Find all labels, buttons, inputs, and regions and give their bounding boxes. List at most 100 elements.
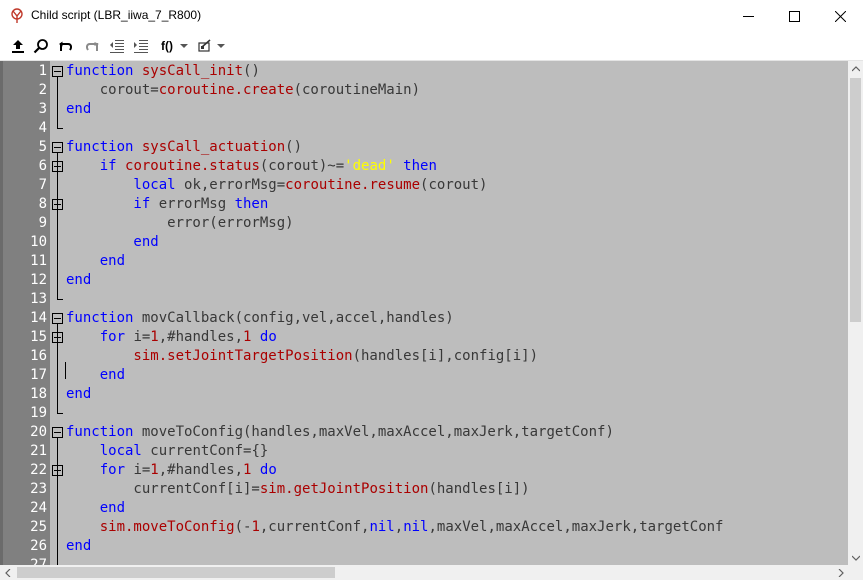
fold-toggle-icon[interactable] bbox=[52, 66, 63, 77]
code-token: currentConf[i]= bbox=[66, 481, 260, 497]
line-number: 11 bbox=[30, 253, 47, 269]
code-line[interactable]: 19 bbox=[0, 404, 848, 423]
fold-toggle-icon[interactable] bbox=[52, 313, 63, 324]
code-line[interactable]: 7 local ok,errorMsg=coroutine.resume(cor… bbox=[0, 176, 848, 195]
code-line[interactable]: 26 end bbox=[0, 537, 848, 556]
upload-button[interactable] bbox=[9, 37, 27, 55]
code-line[interactable]: 21 local currentConf={} bbox=[0, 442, 848, 461]
scroll-right-button[interactable] bbox=[833, 565, 848, 580]
code-text: end bbox=[66, 271, 91, 290]
code-line[interactable]: 12 end bbox=[0, 271, 848, 290]
code-token: currentConf={} bbox=[150, 443, 269, 459]
code-token: local bbox=[66, 443, 151, 459]
code-token: sim.setJointTargetPosition bbox=[66, 348, 353, 364]
code-token: end bbox=[66, 386, 92, 402]
code-line[interactable]: 27 bbox=[0, 556, 848, 565]
scroll-up-button[interactable] bbox=[848, 61, 863, 76]
code-token: end bbox=[66, 101, 92, 117]
chevron-right-icon bbox=[838, 568, 844, 577]
line-number: 2 bbox=[38, 82, 47, 98]
code-line[interactable]: 25 sim.moveToConfig(-1,currentConf,nil,n… bbox=[0, 518, 848, 537]
code-line[interactable]: 13 bbox=[0, 290, 848, 309]
indent-button[interactable] bbox=[132, 37, 150, 55]
line-number: 1 bbox=[38, 63, 47, 79]
code-line[interactable]: 9 error(errorMsg) bbox=[0, 214, 848, 233]
code-token: sysCall_actuation bbox=[141, 139, 286, 155]
code-token: (handles[i]) bbox=[428, 481, 530, 497]
code-token: function bbox=[66, 424, 142, 440]
snippets-dropdown[interactable] bbox=[216, 37, 226, 55]
code-token: end bbox=[66, 367, 126, 383]
code-line[interactable]: 3 end bbox=[0, 100, 848, 119]
code-text: for i=1,#handles,1 do bbox=[66, 328, 277, 347]
code-text: error(errorMsg) bbox=[66, 214, 293, 233]
code-token: (corout) bbox=[420, 177, 488, 193]
scroll-left-button[interactable] bbox=[0, 565, 15, 580]
code-token: i= bbox=[133, 329, 151, 345]
functions-button[interactable]: f() bbox=[157, 37, 177, 55]
window-title: Child script (LBR_iiwa_7_R800) bbox=[31, 8, 202, 22]
code-token: local bbox=[66, 177, 185, 193]
search-button[interactable] bbox=[32, 37, 50, 55]
code-token: function bbox=[66, 310, 142, 326]
functions-dropdown[interactable] bbox=[179, 37, 189, 55]
maximize-button[interactable] bbox=[771, 0, 817, 32]
code-text: end bbox=[66, 385, 91, 404]
redo-icon bbox=[85, 42, 99, 51]
code-token: end bbox=[66, 500, 126, 516]
scroll-down-button[interactable] bbox=[848, 550, 863, 565]
code-line[interactable]: 8 if errorMsg then bbox=[0, 195, 848, 214]
fold-guide bbox=[57, 324, 58, 413]
fold-toggle-icon[interactable] bbox=[52, 427, 63, 438]
code-line[interactable]: 11 end bbox=[0, 252, 848, 271]
vertical-scrollbar[interactable] bbox=[848, 61, 863, 565]
code-line[interactable]: 20 function moveToConfig(handles,maxVel,m… bbox=[0, 423, 848, 442]
code-line[interactable]: 14 function movCallback(config,vel,accel,… bbox=[0, 309, 848, 328]
code-line[interactable]: 15 for i=1,#handles,1 do bbox=[0, 328, 848, 347]
horizontal-scroll-thumb[interactable] bbox=[17, 567, 335, 578]
code-line[interactable]: 4 bbox=[0, 119, 848, 138]
code-token: , bbox=[394, 519, 404, 535]
code-token: 1 bbox=[150, 462, 159, 478]
code-line[interactable]: 18 end bbox=[0, 385, 848, 404]
line-number: 16 bbox=[30, 348, 47, 364]
code-line[interactable]: 24 end bbox=[0, 499, 848, 518]
code-line[interactable]: 17 end bbox=[0, 366, 848, 385]
functions-label: f() bbox=[161, 39, 173, 53]
code-line[interactable]: 1 function sysCall_init() bbox=[0, 62, 848, 81]
redo-button[interactable] bbox=[83, 37, 101, 55]
vertical-scroll-thumb[interactable] bbox=[850, 78, 861, 322]
line-number: 22 bbox=[30, 462, 47, 478]
fold-toggle-icon[interactable] bbox=[52, 142, 63, 153]
code-editor[interactable]: 1 function sysCall_init() 2 corout=corouti… bbox=[0, 61, 848, 565]
line-number: 18 bbox=[30, 386, 47, 402]
code-line[interactable]: 10 end bbox=[0, 233, 848, 252]
code-line[interactable]: 5 function sysCall_actuation() bbox=[0, 138, 848, 157]
snippets-button[interactable] bbox=[196, 37, 214, 55]
code-line[interactable]: 6 if coroutine.status(corout)~='dead' th… bbox=[0, 157, 848, 176]
code-token: if bbox=[66, 158, 126, 174]
code-line[interactable]: 22 for i=1,#handles,1 do bbox=[0, 461, 848, 480]
code-token: (coroutineMain) bbox=[293, 82, 421, 98]
indent-icon bbox=[134, 40, 148, 53]
minimize-button[interactable] bbox=[725, 0, 771, 32]
line-number: 21 bbox=[30, 443, 47, 459]
line-number: 13 bbox=[30, 291, 47, 307]
line-number: 8 bbox=[38, 196, 47, 212]
code-token: ,#handles, bbox=[158, 462, 244, 478]
line-number: 17 bbox=[30, 367, 47, 383]
horizontal-scrollbar[interactable] bbox=[0, 565, 848, 580]
line-number: 24 bbox=[30, 500, 47, 516]
code-line[interactable]: 23 currentConf[i]=sim.getJointPosition(h… bbox=[0, 480, 848, 499]
code-token: nil bbox=[369, 519, 395, 535]
code-token: do bbox=[251, 462, 277, 478]
code-line[interactable]: 2 corout=coroutine.create(coroutineMain) bbox=[0, 81, 848, 100]
code-line[interactable]: 16 sim.setJointTargetPosition(handles[i]… bbox=[0, 347, 848, 366]
code-text: sim.setJointTargetPosition(handles[i],co… bbox=[66, 347, 538, 366]
code-token: ok,errorMsg= bbox=[184, 177, 286, 193]
close-button[interactable] bbox=[817, 0, 863, 32]
outdent-button[interactable] bbox=[108, 37, 126, 55]
fold-guide-end bbox=[57, 413, 63, 414]
undo-button[interactable] bbox=[57, 37, 75, 55]
code-token: () bbox=[243, 63, 260, 79]
